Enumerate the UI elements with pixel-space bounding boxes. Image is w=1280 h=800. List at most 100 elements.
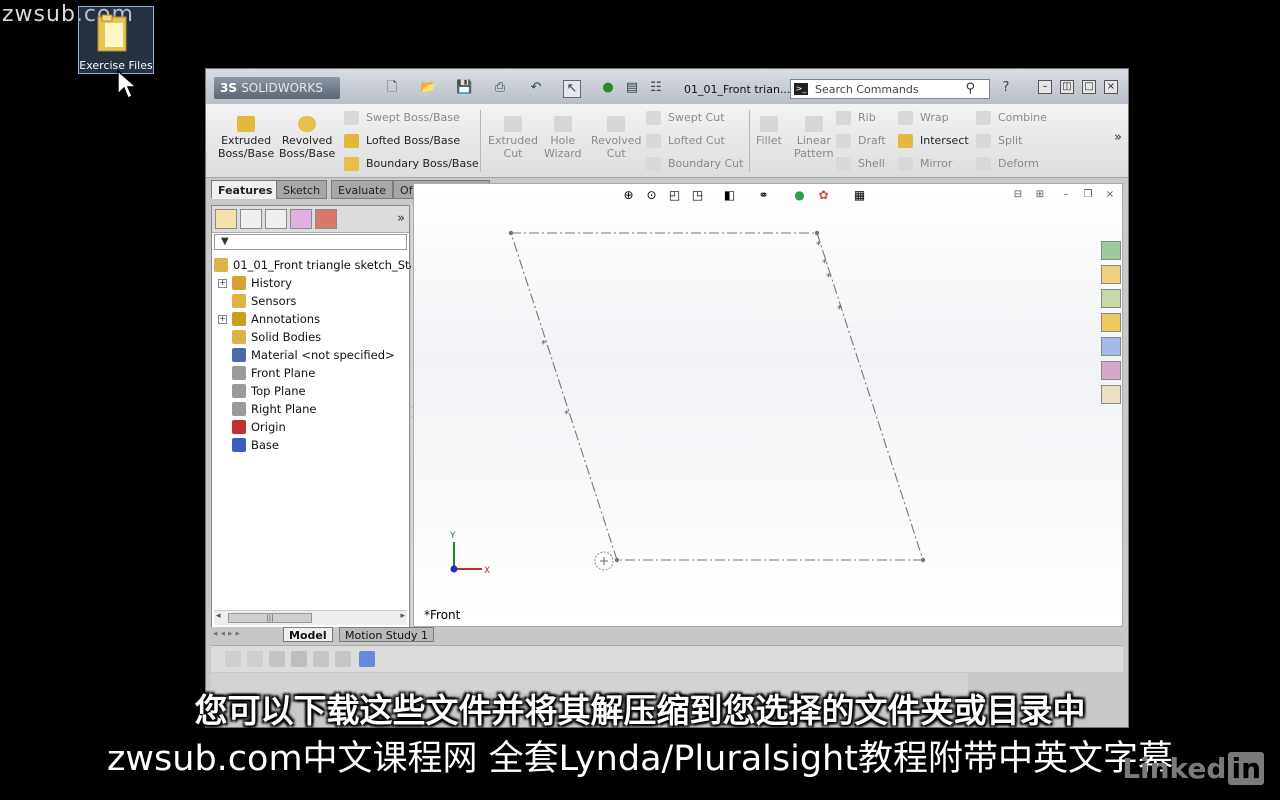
fillet-button[interactable]: Fillet [756, 116, 782, 147]
tab-sketch[interactable]: Sketch [276, 180, 328, 199]
scroll-left-icon[interactable]: ◂ [216, 611, 221, 621]
split-button[interactable]: Split [976, 133, 1022, 149]
tree-item[interactable]: Front Plane [232, 364, 315, 382]
graphics-viewport[interactable]: ⊕ ⊙ ◰ ◳ ◧ ⚭ ● ✿ ▦ ⊟ ⊞ – ❐ × * * * * * * … [413, 183, 1123, 627]
boundary-cut-icon [646, 157, 661, 171]
intersect-button[interactable]: Intersect [898, 133, 969, 149]
extruded-boss-icon [237, 116, 256, 132]
toolbar-icon[interactable] [225, 651, 241, 667]
restore-button[interactable]: ◫ [1060, 80, 1074, 94]
deform-button[interactable]: Deform [976, 156, 1039, 172]
wrap-button[interactable]: Wrap [898, 110, 949, 126]
close-button[interactable]: × [1104, 80, 1118, 94]
scroll-thumb[interactable]: ||| [228, 613, 312, 623]
dimxpert-tab-icon[interactable] [290, 209, 312, 229]
lofted-cut-button[interactable]: Lofted Cut [646, 133, 725, 149]
chevron-right-icon[interactable]: » [1114, 130, 1122, 145]
swept-cut-button[interactable]: Swept Cut [646, 110, 725, 126]
tree-item[interactable]: Base [232, 436, 279, 454]
print-icon[interactable]: ⎙ [492, 80, 508, 96]
file-properties-icon[interactable]: ▤ [624, 80, 640, 96]
custom-properties-icon[interactable] [1101, 385, 1121, 404]
open-folder-icon[interactable]: 📂 [420, 80, 436, 96]
toolbar-icon[interactable] [335, 651, 351, 667]
tree-item[interactable]: Annotations [232, 310, 320, 328]
shell-button[interactable]: Shell [836, 156, 885, 172]
tab-navigation-icon[interactable]: ◂◂▸▸ [213, 629, 243, 639]
minimize-button[interactable]: – [1038, 80, 1052, 94]
maximize-button[interactable]: □ [1082, 80, 1096, 94]
file-explorer-icon[interactable] [1101, 313, 1121, 332]
chevron-right-icon[interactable]: » [397, 211, 405, 226]
display-manager-tab-icon[interactable] [315, 209, 337, 229]
tree-item[interactable]: Right Plane [232, 400, 316, 418]
rib-button[interactable]: Rib [836, 110, 876, 126]
boundary-cut-button[interactable]: Boundary Cut [646, 156, 743, 172]
toolbar-icon[interactable] [247, 651, 263, 667]
sketch-line-left [510, 232, 618, 561]
lofted-boss-button[interactable]: Lofted Boss/Base [344, 133, 460, 149]
options-icon[interactable]: ☷ [648, 80, 664, 96]
scroll-right-icon[interactable]: ▸ [400, 611, 405, 621]
expand-icon[interactable]: + [218, 315, 227, 324]
tab-motion-study-1[interactable]: Motion Study 1 [339, 627, 435, 642]
tab-evaluate[interactable]: Evaluate [331, 180, 394, 199]
appearances-icon[interactable] [1101, 361, 1121, 380]
draft-button[interactable]: Draft [836, 133, 886, 149]
tree-item[interactable]: Solid Bodies [232, 328, 321, 346]
tree-item[interactable]: Material <not specified> [232, 346, 395, 364]
undo-icon[interactable]: ↶ [528, 80, 544, 96]
design-library-icon[interactable] [1101, 289, 1121, 308]
search-commands-input[interactable]: >_ Search Commands ⚲ [790, 79, 990, 99]
search-icon[interactable]: ⚲ [965, 81, 975, 96]
extruded-cut-button[interactable]: Extruded Cut [488, 116, 538, 160]
tab-features[interactable]: Features [211, 180, 280, 199]
boundary-boss-button[interactable]: Boundary Boss/Base [344, 156, 479, 172]
home-icon[interactable] [1101, 265, 1121, 284]
revolved-boss-button[interactable]: Revolved Boss/Base [279, 116, 335, 160]
view-palette-icon[interactable] [1101, 337, 1121, 356]
rebuild-icon[interactable]: ● [600, 80, 616, 96]
shell-icon [836, 157, 851, 171]
tree-item[interactable]: Sensors [232, 292, 296, 310]
boundary-boss-icon [344, 157, 359, 171]
toolbar-icon[interactable] [359, 651, 375, 667]
linear-pattern-button[interactable]: Linear Pattern [794, 116, 834, 160]
filter-field[interactable]: ▼ [214, 234, 407, 250]
horizontal-scrollbar[interactable]: ◂ ||| ▸ [214, 610, 407, 625]
revolved-boss-icon [298, 116, 317, 132]
toolbar-icon[interactable] [291, 651, 307, 667]
extruded-boss-button[interactable]: Extruded Boss/Base [218, 116, 274, 160]
toolbar-icon[interactable] [269, 651, 285, 667]
expand-icon[interactable]: + [218, 279, 227, 288]
tab-model[interactable]: Model [283, 627, 333, 642]
tree-item-label: Annotations [251, 312, 321, 326]
select-pointer-icon[interactable]: ↖ [563, 80, 581, 98]
tree-root[interactable]: 01_01_Front triangle sketch_Start [214, 256, 426, 274]
revolved-boss-label: Revolved Boss/Base [279, 134, 336, 160]
tree-item[interactable]: History [232, 274, 292, 292]
feature-tree-tab-icon[interactable] [215, 209, 237, 229]
combine-button[interactable]: Combine [976, 110, 1047, 126]
property-manager-tab-icon[interactable] [240, 209, 262, 229]
sketch-canvas[interactable]: ** ** ** Y X [414, 184, 1123, 627]
solidworks-resources-icon[interactable] [1101, 241, 1121, 260]
linear-pattern-label: Linear Pattern [794, 134, 834, 160]
intersect-icon [898, 134, 913, 148]
tree-item[interactable]: Origin [232, 418, 286, 436]
plane-icon [232, 366, 246, 380]
mirror-button[interactable]: Mirror [898, 156, 952, 172]
history-icon [232, 276, 246, 290]
tree-item-label: Base [251, 438, 280, 452]
tree-item[interactable]: Top Plane [232, 382, 306, 400]
help-icon[interactable]: ? [998, 80, 1014, 96]
new-document-icon[interactable]: 🗋 [384, 80, 400, 96]
save-icon[interactable]: 💾 [456, 80, 472, 96]
hole-wizard-button[interactable]: Hole Wizard [544, 116, 582, 160]
desktop-folder-exercise-files[interactable]: Exercise Files [78, 6, 154, 74]
material-icon [232, 348, 246, 362]
toolbar-icon[interactable] [313, 651, 329, 667]
configuration-manager-tab-icon[interactable] [265, 209, 287, 229]
revolved-cut-button[interactable]: Revolved Cut [591, 116, 641, 160]
swept-boss-button[interactable]: Swept Boss/Base [344, 110, 460, 126]
